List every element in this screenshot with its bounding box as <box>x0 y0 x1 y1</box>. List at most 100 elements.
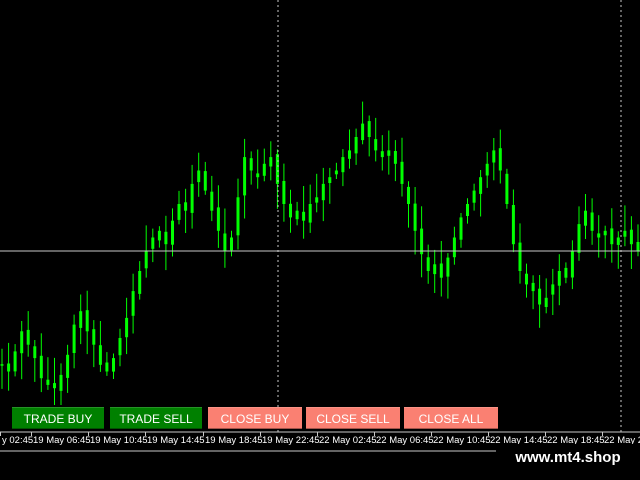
close-sell-button[interactable]: CLOSE SELL <box>306 407 400 429</box>
candle-body <box>53 383 56 389</box>
candle-body <box>341 157 345 173</box>
candle-body <box>413 203 417 231</box>
candle-body <box>164 231 168 245</box>
candle-body <box>112 358 115 372</box>
time-axis-label: y 02:45 <box>2 435 33 446</box>
trade-buy-button[interactable]: TRADE BUY <box>12 407 104 429</box>
chart-window[interactable]: y 02:45 19 May 06:45 19 May 10:45 19 May 14… <box>0 0 640 480</box>
candle-body <box>485 163 489 176</box>
candle-body <box>564 267 568 278</box>
candle-body <box>551 284 555 295</box>
candle-body <box>151 237 155 249</box>
candle-body <box>7 363 11 372</box>
candle-body <box>20 331 24 354</box>
candle-body <box>190 183 194 213</box>
candle-body <box>197 170 201 183</box>
candle-body <box>230 237 233 251</box>
candle-body <box>361 123 365 141</box>
candle-body <box>472 190 476 203</box>
candle-body <box>439 263 443 278</box>
candle-body <box>177 204 181 220</box>
candle-body <box>243 157 247 196</box>
candle-body <box>452 237 456 258</box>
candles-layer <box>0 101 640 405</box>
candle-body <box>39 355 43 379</box>
candle-body <box>380 151 384 158</box>
candle-body <box>236 197 240 236</box>
candle-body <box>269 157 273 167</box>
candle-body <box>387 150 391 156</box>
candle-body <box>131 291 135 316</box>
candle-body <box>505 173 509 204</box>
candle-body <box>426 257 430 271</box>
candle-body <box>92 329 96 345</box>
candle-body <box>407 186 410 204</box>
candle-body <box>597 233 601 238</box>
candle-body <box>66 354 70 378</box>
time-axis-label: 19 May 06:45 <box>33 435 91 446</box>
candle-body <box>144 250 148 269</box>
watermark-text: www.mt4.shop <box>496 444 640 472</box>
candle-body <box>570 250 574 278</box>
candle-body <box>85 310 89 332</box>
candle-body <box>72 324 76 353</box>
candle-body <box>157 230 161 241</box>
close-all-button[interactable]: CLOSE ALL <box>404 407 498 429</box>
candle-body <box>544 297 548 307</box>
candle-body <box>459 217 463 240</box>
candle-body <box>33 346 37 359</box>
time-axis-label: 19 May 10:45 <box>90 435 148 446</box>
candle-body <box>577 224 581 253</box>
candle-body <box>203 171 207 191</box>
candle-body <box>531 282 535 292</box>
candle-body <box>610 228 614 245</box>
trade-sell-button[interactable]: TRADE SELL <box>110 407 202 429</box>
candle-body <box>262 163 266 176</box>
candle-body <box>393 151 397 164</box>
candle-body <box>636 242 640 251</box>
candle-body <box>354 137 358 154</box>
time-axis-label: 22 May 06:45 <box>376 435 434 446</box>
candle-body <box>223 233 227 251</box>
candle-body <box>590 212 594 231</box>
candle-body <box>216 207 220 231</box>
candle-body <box>184 202 188 211</box>
time-axis-label: 19 May 22:45 <box>262 435 320 446</box>
candle-body <box>256 173 260 178</box>
candle-body <box>321 183 325 201</box>
candle-body <box>138 271 142 294</box>
candle-body <box>302 211 306 221</box>
candle-body <box>466 204 469 216</box>
close-buy-button[interactable]: CLOSE BUY <box>208 407 302 429</box>
candle-body <box>13 351 17 372</box>
candle-body <box>210 191 214 211</box>
candle-body <box>26 329 30 345</box>
candle-body <box>518 242 522 271</box>
candle-body <box>629 229 633 245</box>
candle-body <box>275 154 279 184</box>
candle-body <box>433 264 437 275</box>
candle-body <box>623 230 627 237</box>
candle-body <box>334 170 338 175</box>
candle-body <box>328 177 332 183</box>
candle-body <box>446 257 450 277</box>
candle-body <box>374 139 378 151</box>
candle-body <box>492 150 496 163</box>
candle-body <box>498 148 502 171</box>
candle-body <box>538 288 542 305</box>
candle-body <box>367 121 371 137</box>
candle-body <box>295 210 299 220</box>
candle-body <box>249 158 253 171</box>
candle-body <box>46 379 50 385</box>
candle-body <box>105 362 109 372</box>
candle-body <box>479 177 483 194</box>
time-axis-label: 22 May 02:45 <box>319 435 377 446</box>
candle-body <box>420 228 424 255</box>
candle-body <box>603 230 607 236</box>
candle-body <box>289 203 292 218</box>
candle-body <box>348 150 351 159</box>
candle-body <box>171 220 174 245</box>
candle-body <box>616 237 620 245</box>
candle-body <box>315 197 319 203</box>
candle-body <box>125 317 129 338</box>
